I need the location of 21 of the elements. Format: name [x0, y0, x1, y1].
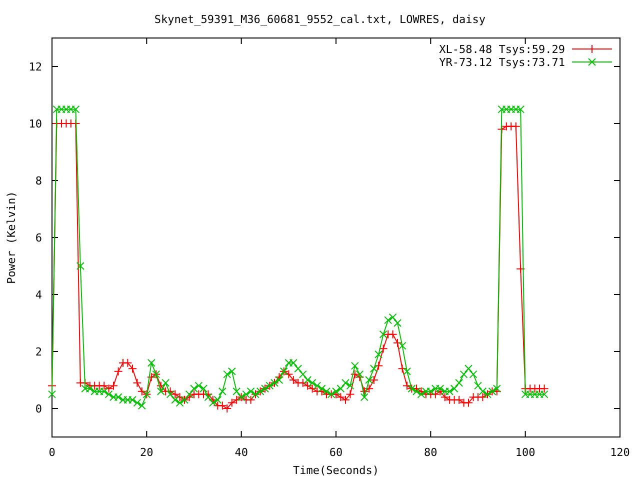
tick-label: 0: [48, 446, 56, 459]
axis-label: Time(Seconds): [292, 464, 380, 477]
tick-label: 2: [35, 346, 42, 358]
tick-label: 8: [35, 174, 42, 188]
tick-label: 100: [515, 446, 536, 459]
tick-label: 6: [35, 232, 42, 244]
tick-label: 40: [234, 446, 248, 459]
legend-label: XL-58.48 Tsys:59.29: [439, 43, 565, 56]
tick-label: 20: [140, 446, 154, 459]
legend-swatch: [572, 44, 612, 54]
tick-label: 0: [35, 402, 42, 416]
tick-label: 4: [35, 288, 42, 302]
legend-swatch: [572, 58, 612, 66]
tick-label: 80: [424, 446, 438, 459]
tick-label: 10: [28, 118, 42, 130]
legend-label: YR-73.12 Tsys:73.71: [439, 56, 565, 69]
chart-title: Skynet_59391_M36_60681_9552_cal.txt, LOWRES, daisy: [154, 13, 486, 26]
tick-label: 60: [329, 446, 343, 459]
tick-label: 12: [28, 60, 42, 74]
axis-label: Power (Kelvin): [5, 191, 18, 284]
tick-label: 120: [610, 446, 630, 459]
